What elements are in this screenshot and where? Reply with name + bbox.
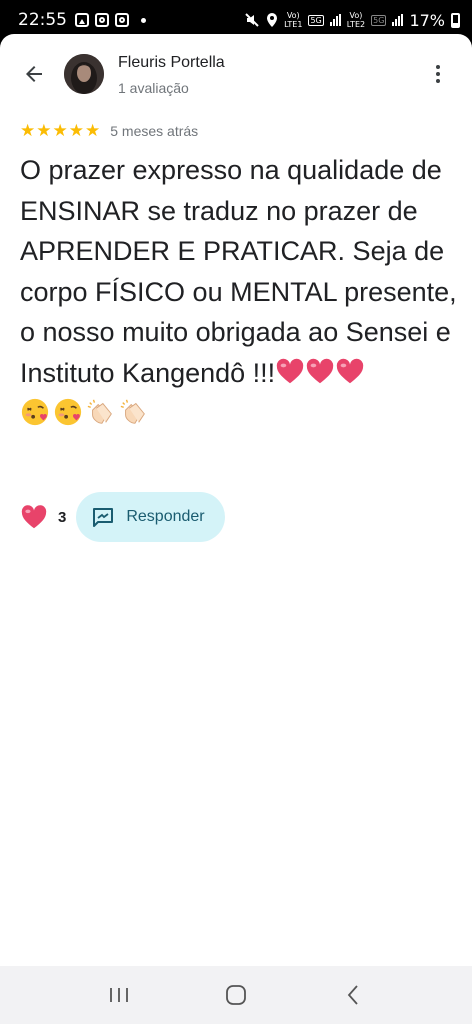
more-vert-icon	[436, 65, 440, 69]
more-notifications-dot-icon	[141, 17, 146, 23]
author-name[interactable]: Fleuris Portella	[118, 54, 225, 72]
sim2-indicator: Vo) LTE2	[346, 11, 366, 29]
review-date: 5 meses atrás	[110, 123, 199, 139]
star-icon: ★	[36, 121, 52, 141]
reply-icon	[93, 508, 114, 527]
status-right: Vo) LTE1 5G Vo) LTE2 5G 17%	[244, 11, 460, 30]
star-icon: ★	[20, 121, 36, 141]
battery-icon	[451, 12, 460, 28]
face-blowing-kiss-emoji-icon	[21, 398, 49, 426]
recent-apps-button[interactable]	[89, 975, 149, 1015]
sim2-network-type: 5G	[371, 14, 387, 26]
sim1-indicator: Vo) LTE1	[284, 11, 303, 29]
signal-bars-icon	[392, 14, 404, 26]
avatar-photo	[64, 54, 104, 94]
star-icon: ★	[85, 121, 101, 141]
home-icon	[226, 985, 246, 1005]
heart-emoji-icon	[276, 358, 304, 383]
system-nav-bar	[0, 966, 472, 1024]
gallery-notification-icon	[75, 13, 89, 27]
like-button[interactable]: 3	[20, 492, 66, 542]
face-blowing-kiss-emoji-icon	[54, 398, 82, 426]
heart-emoji-icon	[306, 358, 334, 383]
battery-percent: 17%	[409, 10, 445, 30]
like-count: 3	[58, 508, 67, 526]
clapping-hands-emoji-icon	[120, 399, 145, 424]
home-button[interactable]	[206, 975, 266, 1015]
chevron-left-icon	[348, 985, 358, 1005]
back-nav-button[interactable]	[323, 975, 383, 1015]
review-sheet: Fleuris Portella 1 avaliação ★ ★ ★ ★ ★ 5…	[0, 34, 472, 966]
sim1-network-type: 5G	[308, 14, 324, 26]
location-icon	[267, 13, 278, 27]
star-icon: ★	[52, 121, 68, 141]
reply-button[interactable]: Responder	[76, 492, 225, 542]
avatar[interactable]	[64, 54, 104, 94]
reply-label: Responder	[126, 508, 205, 525]
status-time: 22:55	[18, 10, 67, 30]
arrow-back-icon	[26, 66, 42, 82]
heart-reaction-icon	[21, 505, 47, 529]
review-header: Fleuris Portella 1 avaliação	[0, 34, 472, 116]
notification-icons	[75, 13, 146, 27]
instagram-notification-icon	[95, 13, 109, 27]
rating-row: ★ ★ ★ ★ ★ 5 meses atrás	[20, 121, 198, 141]
review-text: O prazer expresso na qualidade de ENSINA…	[20, 155, 457, 388]
instagram-notification-icon	[115, 13, 129, 27]
more-options-button[interactable]	[428, 62, 448, 86]
review-actions: 3 Responder	[20, 492, 225, 542]
heart-emoji-icon	[336, 358, 364, 383]
signal-bars-icon	[329, 14, 341, 26]
clapping-hands-emoji-icon	[87, 399, 112, 424]
recent-apps-icon	[109, 988, 128, 1002]
review-body: O prazer expresso na qualidade de ENSINA…	[20, 150, 460, 434]
star-rating: ★ ★ ★ ★ ★	[20, 121, 100, 141]
back-button[interactable]	[18, 58, 50, 90]
star-icon: ★	[68, 121, 84, 141]
mute-icon	[245, 13, 259, 27]
author-review-count: 1 avaliação	[118, 80, 189, 96]
